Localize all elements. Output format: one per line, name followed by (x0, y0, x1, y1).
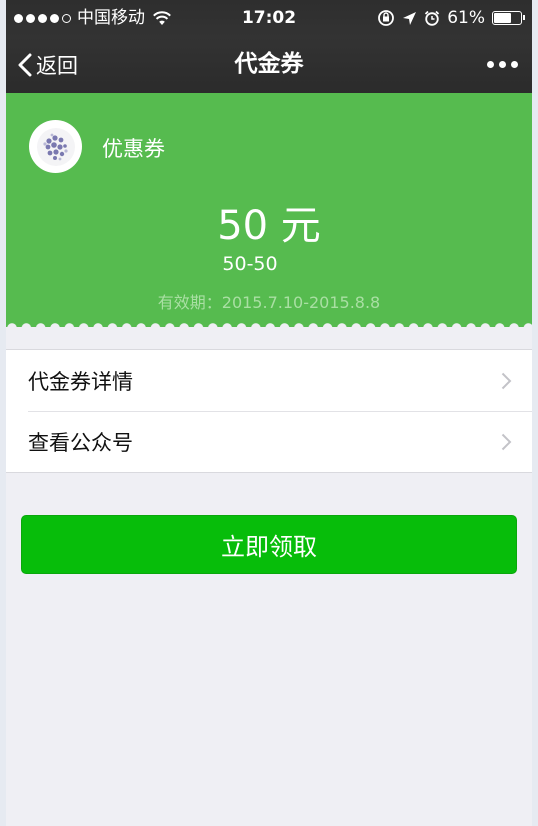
menu-list: 代金券详情 查看公众号 (6, 349, 532, 473)
more-options-button[interactable] (487, 36, 518, 93)
battery-icon (492, 11, 525, 25)
view-official-account-row[interactable]: 查看公众号 (6, 411, 532, 472)
status-right: 61% (377, 0, 525, 36)
claim-now-button[interactable]: 立即领取 (21, 515, 517, 574)
chevron-left-icon (18, 53, 32, 76)
location-arrow-icon (403, 11, 417, 25)
back-button[interactable]: 返回 (18, 36, 78, 93)
scalloped-edge (6, 318, 532, 328)
top-bars: 中国移动 17:02 61% 返回 代金券 (6, 0, 532, 93)
more-dot-icon (499, 61, 506, 68)
merchant-logo-icon (36, 127, 75, 166)
chevron-right-icon (501, 372, 512, 390)
chevron-right-icon (501, 433, 512, 451)
page-title: 代金券 (234, 51, 304, 77)
back-label: 返回 (36, 53, 78, 78)
more-dot-icon (511, 61, 518, 68)
more-dot-icon (487, 61, 494, 68)
coupon-card: 优惠券 50 元 50-50 有效期：2015.7.10-2015.8.8 (6, 93, 532, 328)
coupon-validity: 有效期：2015.7.10-2015.8.8 (157, 293, 381, 312)
alarm-clock-icon (425, 10, 440, 26)
coupon-details-row[interactable]: 代金券详情 (6, 350, 532, 411)
coupon-range: 50-50 (222, 253, 278, 275)
navigation-bar: 返回 代金券 (6, 36, 532, 93)
battery-percent: 61% (447, 8, 485, 28)
coupon-details-label: 代金券详情 (28, 369, 133, 394)
merchant-logo (29, 120, 82, 173)
rotation-lock-icon (378, 10, 395, 26)
coupon-name: 优惠券 (102, 137, 165, 161)
view-official-account-label: 查看公众号 (28, 430, 133, 455)
status-bar: 中国移动 17:02 61% (6, 0, 532, 36)
coupon-amount: 50 元 (217, 203, 321, 249)
